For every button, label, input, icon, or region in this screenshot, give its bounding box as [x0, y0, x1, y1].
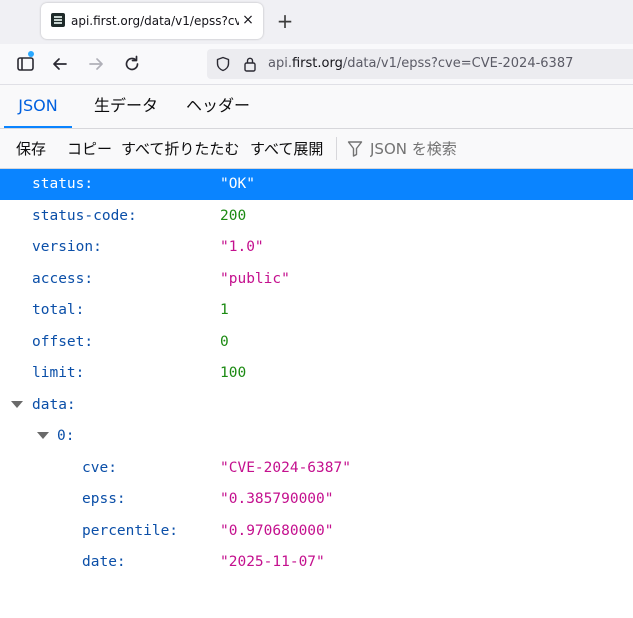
- json-key: total:: [32, 302, 85, 318]
- json-value: "OK": [220, 176, 255, 192]
- json-key: limit:: [32, 365, 85, 381]
- tab-raw-data[interactable]: 生データ: [86, 85, 166, 128]
- tree-row-cve[interactable]: cve: "CVE-2024-6387": [0, 453, 633, 484]
- tab-json[interactable]: JSON: [4, 85, 72, 128]
- json-key: cve:: [82, 460, 117, 476]
- url-bar[interactable]: api.first.org/data/v1/epss?cve=CVE-2024-…: [207, 49, 633, 79]
- url-host: first.org: [291, 56, 343, 71]
- json-viewer-tabs: JSON 生データ ヘッダー: [0, 85, 633, 129]
- favicon-icon: [51, 13, 65, 27]
- collapse-all-button[interactable]: すべて折りたたむ: [121, 129, 239, 168]
- json-value: 0: [220, 334, 229, 350]
- json-value: 1: [220, 302, 229, 318]
- json-key: data:: [32, 397, 76, 413]
- tab-title: api.first.org/data/v1/epss?cve=CVE-2024-…: [71, 14, 239, 28]
- json-key: access:: [32, 271, 94, 287]
- tree-row-limit[interactable]: limit: 100: [0, 358, 633, 389]
- url-prefix: api.: [268, 56, 292, 71]
- tree-row-date[interactable]: date: "2025-11-07": [0, 547, 633, 578]
- shield-icon[interactable]: [215, 56, 231, 72]
- expand-arrow-icon[interactable]: [11, 401, 23, 408]
- tree-row-status-code[interactable]: status-code: 200: [0, 201, 633, 232]
- json-key: percentile:: [82, 523, 179, 539]
- expand-all-button[interactable]: すべて展開: [250, 129, 323, 168]
- filter-icon: [347, 140, 363, 158]
- json-value: "CVE-2024-6387": [220, 460, 351, 476]
- json-key: 0:: [57, 428, 75, 444]
- browser-tab[interactable]: api.first.org/data/v1/epss?cve=CVE-2024-…: [41, 3, 263, 39]
- json-toolbar: 保存 コピー すべて折りたたむ すべて展開: [0, 129, 633, 169]
- tree-row-access[interactable]: access: "public": [0, 264, 633, 295]
- filter-json-input[interactable]: [370, 136, 620, 162]
- json-value: "public": [220, 271, 290, 287]
- back-icon[interactable]: [49, 53, 71, 75]
- json-value: "0.385790000": [220, 491, 334, 507]
- json-key: epss:: [82, 491, 126, 507]
- forward-icon[interactable]: [85, 53, 107, 75]
- tree-row-offset[interactable]: offset: 0: [0, 327, 633, 358]
- new-tab-button[interactable]: +: [275, 9, 295, 33]
- tree-row-epss[interactable]: epss: "0.385790000": [0, 484, 633, 515]
- tree-row-version[interactable]: version: "1.0": [0, 232, 633, 263]
- navigation-bar: api.first.org/data/v1/epss?cve=CVE-2024-…: [0, 44, 633, 85]
- close-icon[interactable]: ×: [239, 11, 257, 29]
- tree-row-percentile[interactable]: percentile: "0.970680000": [0, 516, 633, 547]
- tab-strip: api.first.org/data/v1/epss?cve=CVE-2024-…: [0, 0, 633, 44]
- json-value: 100: [220, 365, 247, 381]
- copy-button[interactable]: コピー: [67, 129, 112, 168]
- save-button[interactable]: 保存: [16, 129, 46, 168]
- toolbar-divider: [336, 137, 337, 160]
- url-path: /data/v1/epss?cve=CVE-2024-6387: [342, 56, 574, 71]
- url-text[interactable]: api.first.org/data/v1/epss?cve=CVE-2024-…: [268, 55, 628, 73]
- sidebar-toggle-icon[interactable]: [15, 51, 37, 75]
- json-key: status-code:: [32, 208, 137, 224]
- expand-arrow-icon[interactable]: [37, 432, 49, 439]
- json-key: status:: [32, 176, 94, 192]
- tree-row-data-0[interactable]: 0:: [0, 421, 633, 452]
- tree-row-status[interactable]: status: "OK": [0, 169, 633, 200]
- tab-headers[interactable]: ヘッダー: [180, 85, 256, 128]
- json-key: version:: [32, 239, 102, 255]
- lock-icon[interactable]: [243, 56, 257, 72]
- json-value: "1.0": [220, 239, 264, 255]
- json-key: offset:: [32, 334, 94, 350]
- json-value: 200: [220, 208, 247, 224]
- json-value: "0.970680000": [220, 523, 334, 539]
- json-value: "2025-11-07": [220, 554, 325, 570]
- json-key: date:: [82, 554, 126, 570]
- reload-icon[interactable]: [121, 53, 143, 75]
- tree-row-data[interactable]: data:: [0, 390, 633, 421]
- tree-row-total[interactable]: total: 1: [0, 295, 633, 326]
